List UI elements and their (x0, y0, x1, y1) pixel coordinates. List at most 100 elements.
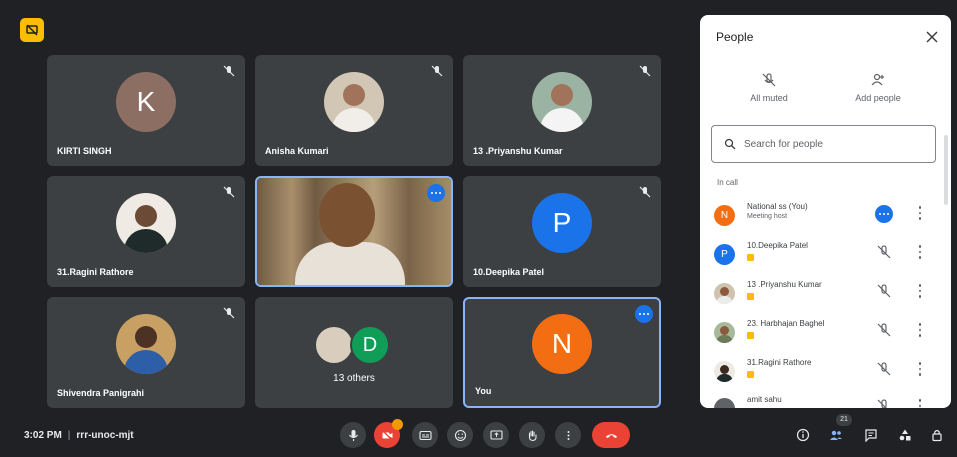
person-role: Meeting host (747, 213, 788, 220)
video-person-head (319, 183, 375, 247)
mic-off-icon (638, 64, 652, 78)
others-count-label: 13 others (333, 373, 375, 384)
search-field[interactable] (711, 125, 936, 163)
avatar (714, 322, 735, 343)
list-item[interactable]: 31.Ragini Rathore (711, 358, 941, 396)
mic-off-icon (430, 64, 444, 78)
people-icon[interactable] (829, 428, 843, 442)
participant-tile[interactable]: P 10.Deepika Patel (463, 176, 661, 287)
mic-icon (348, 429, 358, 441)
info-icon[interactable] (796, 428, 810, 442)
mic-off-icon[interactable] (877, 399, 891, 408)
list-item[interactable]: P 10.Deepika Patel (711, 241, 941, 279)
participant-name: 31.Ragini Rathore (57, 267, 134, 277)
host-controls-icon[interactable] (930, 428, 944, 442)
captions-button[interactable] (412, 422, 438, 448)
list-item[interactable]: N National ss (You) Meeting host (711, 202, 941, 240)
kebab-menu-icon[interactable] (916, 244, 924, 260)
search-input[interactable] (744, 138, 914, 150)
person-name: 10.Deepika Patel (747, 241, 808, 250)
list-item[interactable]: 23. Harbhajan Baghel (711, 319, 941, 357)
activities-icon[interactable] (898, 428, 912, 442)
participant-tile[interactable]: Shivendra Panigrahi (47, 297, 245, 408)
raise-hand-icon (528, 429, 537, 441)
participant-count-badge: 21 (836, 414, 852, 426)
add-people-button[interactable]: Add people (838, 73, 918, 103)
all-muted-label: All muted (750, 93, 788, 103)
mic-off-icon (222, 64, 236, 78)
mic-off-icon[interactable] (877, 362, 891, 376)
end-call-icon (605, 433, 617, 438)
person-name: 13 .Priyanshu Kumar (747, 280, 822, 289)
in-call-section-label: In call (717, 178, 738, 187)
present-icon (489, 429, 503, 440)
video-person (295, 242, 405, 285)
kebab-menu-icon[interactable] (916, 205, 924, 221)
participant-tile[interactable]: 13 .Priyanshu Kumar (463, 55, 661, 166)
meeting-details: 3:02 PM | rrr-unoc-mjt (24, 430, 134, 441)
avatar: K (116, 71, 176, 132)
raise-hand-button[interactable] (519, 422, 545, 448)
close-icon[interactable] (925, 30, 939, 44)
participant-tile[interactable]: Anisha Kumari (255, 55, 453, 166)
avatar (116, 192, 176, 253)
emoji-button[interactable] (447, 422, 473, 448)
mic-off-icon[interactable] (877, 284, 891, 298)
list-item[interactable]: amit sahu (711, 395, 941, 408)
avatar: P (714, 244, 735, 265)
person-name: 23. Harbhajan Baghel (747, 319, 825, 328)
notification-badge (392, 419, 403, 430)
more-options-button[interactable] (555, 422, 581, 448)
more-options-icon[interactable] (635, 305, 653, 323)
captions-icon (418, 430, 432, 440)
presenter-badge (747, 371, 754, 378)
meet-presenting-icon[interactable] (20, 18, 44, 42)
mic-off-icon (762, 73, 776, 87)
participant-name: 13 .Priyanshu Kumar (473, 146, 563, 156)
presenter-badge (747, 332, 754, 339)
mic-button[interactable] (340, 422, 366, 448)
person-name: National ss (You) (747, 202, 808, 211)
active-speaker-video-tile[interactable] (255, 176, 453, 287)
avatar: N (532, 313, 592, 374)
kebab-menu-icon[interactable] (916, 322, 924, 338)
avatar: D (350, 325, 390, 365)
add-person-icon (871, 73, 884, 86)
self-tile[interactable]: N You (463, 297, 661, 408)
avatar (714, 361, 735, 382)
mic-off-icon[interactable] (877, 323, 891, 337)
participant-grid: K KIRTI SINGH Anisha Kumari 13 .Priyansh… (47, 55, 663, 410)
participant-name: Shivendra Panigrahi (57, 388, 145, 398)
avatar (116, 313, 176, 374)
chat-icon[interactable] (864, 428, 878, 443)
kebab-menu-icon[interactable] (916, 398, 924, 408)
participant-name: You (475, 386, 492, 396)
avatar (714, 283, 735, 304)
end-call-button[interactable] (592, 422, 630, 448)
more-options-icon (567, 430, 569, 440)
avatar: P (532, 192, 592, 253)
participant-tile[interactable]: K KIRTI SINGH (47, 55, 245, 166)
presenter-badge (747, 293, 754, 300)
avatar (314, 325, 354, 365)
mic-off-icon (638, 185, 652, 199)
clock: 3:02 PM (24, 430, 62, 441)
more-options-icon[interactable] (427, 184, 445, 202)
all-muted-button[interactable]: All muted (729, 73, 809, 103)
participant-name: KIRTI SINGH (57, 146, 112, 156)
people-panel: People All muted Add people In call N Na… (700, 15, 951, 408)
present-button[interactable] (483, 422, 509, 448)
participant-tile[interactable]: 31.Ragini Rathore (47, 176, 245, 287)
others-tile[interactable]: D 13 others (255, 297, 453, 408)
scrollbar[interactable] (944, 135, 948, 205)
list-item[interactable]: 13 .Priyanshu Kumar (711, 280, 941, 318)
camera-off-icon (381, 429, 393, 441)
avatar (532, 71, 592, 132)
kebab-menu-icon[interactable] (916, 361, 924, 377)
emoji-icon (454, 429, 466, 441)
panel-title: People (716, 30, 754, 44)
mic-off-icon[interactable] (877, 245, 891, 259)
kebab-menu-icon[interactable] (916, 283, 924, 299)
more-options-icon[interactable] (875, 205, 893, 223)
meeting-code: rrr-unoc-mjt (76, 430, 134, 441)
